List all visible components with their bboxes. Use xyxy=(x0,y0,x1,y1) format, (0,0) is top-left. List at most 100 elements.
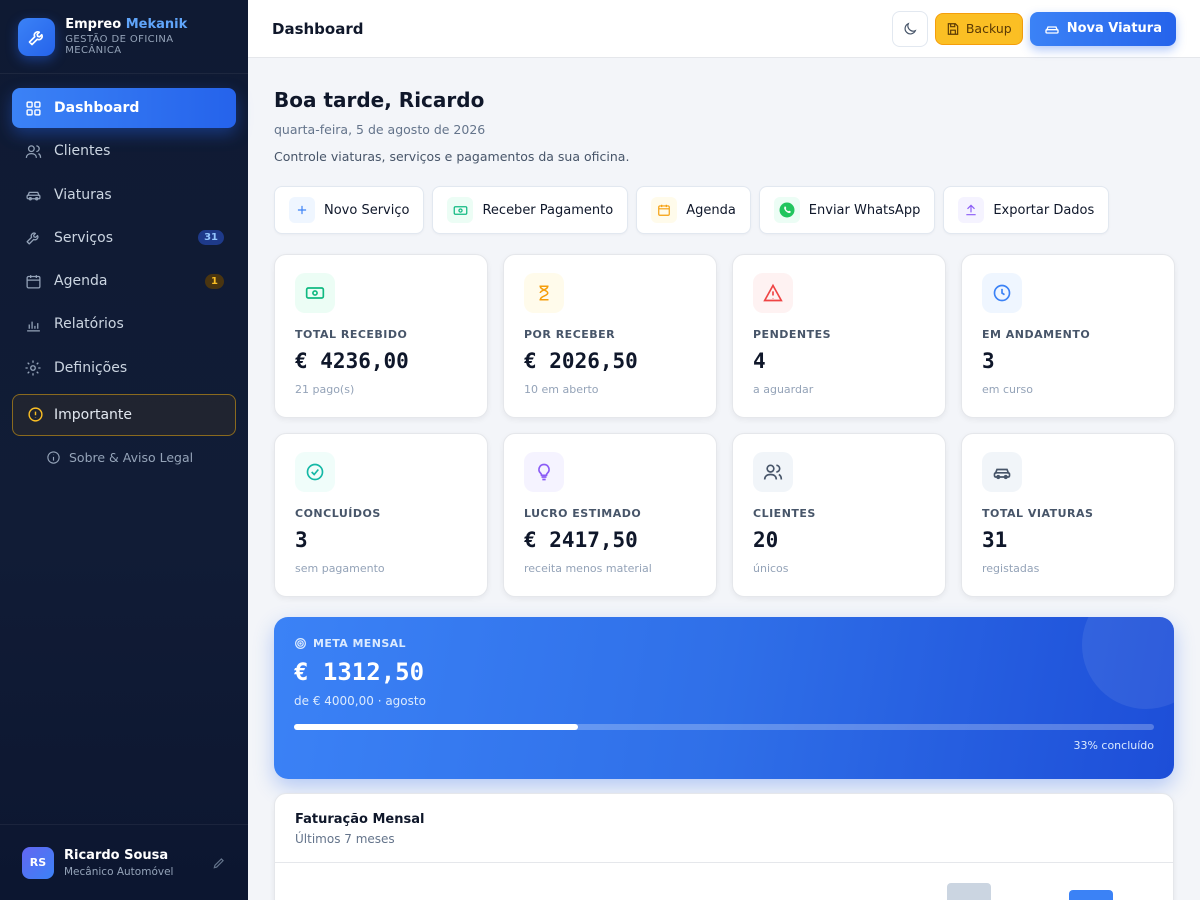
stat-label: CLIENTES xyxy=(753,507,816,520)
action-label: Novo Serviço xyxy=(324,202,410,218)
wrench-icon xyxy=(24,229,42,247)
sidebar-item-label: Agenda xyxy=(54,273,108,290)
stats-grid: TOTAL RECEBIDO € 4236,00 21 pago(s) POR … xyxy=(274,254,1175,597)
sidebar-item-relatorios[interactable]: Relatórios xyxy=(12,304,236,344)
stat-label: EM ANDAMENTO xyxy=(982,328,1091,341)
stat-card-total-vehicles: TOTAL VIATURAS 31 registadas xyxy=(961,433,1175,597)
action-label: Agenda xyxy=(686,202,736,218)
sidebar-item-label: Relatórios xyxy=(54,316,124,333)
goal-progress-bar xyxy=(294,724,1154,730)
stat-note: registadas xyxy=(982,562,1040,575)
chart-bar xyxy=(947,883,991,900)
clock-icon xyxy=(982,273,1022,313)
stat-label: CONCLUÍDOS xyxy=(295,507,381,520)
top-header: Dashboard Backup Nova Viatura xyxy=(248,0,1200,58)
stat-value: 4 xyxy=(753,349,766,373)
brand-name: Empreo Mekanik xyxy=(65,17,188,32)
stat-card-pending: PENDENTES 4 a aguardar xyxy=(732,254,946,418)
sidebar-item-dashboard[interactable]: Dashboard xyxy=(12,88,236,128)
calendar-icon xyxy=(24,272,42,290)
hourglass-icon xyxy=(524,273,564,313)
greeting: Boa tarde, Ricardo xyxy=(274,88,485,112)
quick-actions: Novo Serviço Receber Pagamento Agenda En… xyxy=(274,186,1174,234)
stat-note: 21 pago(s) xyxy=(295,383,355,396)
target-icon xyxy=(294,637,307,650)
sidebar-item-definicoes[interactable]: Definições xyxy=(12,348,236,388)
stat-note: únicos xyxy=(753,562,789,575)
new-service-button[interactable]: Novo Serviço xyxy=(274,186,425,234)
info-icon xyxy=(27,406,44,423)
action-label: Exportar Dados xyxy=(993,202,1095,218)
stat-value: 20 xyxy=(753,528,779,552)
stat-label: PENDENTES xyxy=(753,328,832,341)
about-label: Sobre & Aviso Legal xyxy=(69,449,194,465)
lightbulb-icon xyxy=(524,452,564,492)
backup-button[interactable]: Backup xyxy=(934,12,1023,45)
check-circle-icon xyxy=(295,452,335,492)
stat-label: TOTAL RECEBIDO xyxy=(295,328,408,341)
action-label: Receber Pagamento xyxy=(482,202,614,218)
users-icon xyxy=(24,142,42,160)
important-label: Importante xyxy=(54,406,133,423)
stat-note: receita menos material xyxy=(524,562,652,575)
goal-progress-text: 33% concluído xyxy=(1073,739,1154,752)
stat-label: TOTAL VIATURAS xyxy=(982,507,1094,520)
stat-value: 31 xyxy=(982,528,1008,552)
whatsapp-icon xyxy=(773,197,800,223)
monthly-revenue-card: Faturação Mensal Últimos 7 meses xyxy=(274,793,1174,900)
brand: Empreo Mekanik GESTÃO DE OFICINA MECÂNIC… xyxy=(0,0,248,74)
upload-icon xyxy=(958,197,985,223)
stat-value: € 2417,50 xyxy=(524,528,638,552)
chart-bar xyxy=(1069,890,1113,900)
car-icon xyxy=(1044,21,1060,37)
car-icon xyxy=(982,452,1022,492)
wrench-icon xyxy=(18,17,56,56)
stat-note: 10 em aberto xyxy=(524,383,599,396)
grid-icon xyxy=(24,99,42,117)
avatar: RS xyxy=(22,846,54,879)
banknote-icon xyxy=(295,273,335,313)
brand-subtitle: GESTÃO DE OFICINA MECÂNICA xyxy=(65,34,174,56)
sidebar-item-label: Definições xyxy=(54,359,128,376)
theme-toggle-button[interactable] xyxy=(891,10,928,47)
important-button[interactable]: Importante xyxy=(12,393,236,436)
export-data-button[interactable]: Exportar Dados xyxy=(943,186,1110,234)
count-badge: 1 xyxy=(205,273,224,289)
calendar-icon xyxy=(651,197,678,223)
about-link[interactable]: Sobre & Aviso Legal xyxy=(0,436,248,465)
stat-note: a aguardar xyxy=(753,383,814,396)
main-content: Boa tarde, Ricardo quarta-feira, 5 de ag… xyxy=(248,58,1200,900)
banknote-icon xyxy=(447,197,474,223)
alert-triangle-icon xyxy=(753,273,793,313)
backup-label: Backup xyxy=(965,21,1012,36)
sidebar-item-label: Viaturas xyxy=(54,186,112,203)
stat-card-to-receive: POR RECEBER € 2026,50 10 em aberto xyxy=(503,254,717,418)
monthly-goal-card: META MENSAL € 1312,50 de € 4000,00 · ago… xyxy=(274,617,1174,779)
stat-label: POR RECEBER xyxy=(524,328,616,341)
sidebar-item-servicos[interactable]: Serviços 31 xyxy=(12,218,236,258)
sidebar-item-clientes[interactable]: Clientes xyxy=(12,131,236,171)
send-whatsapp-button[interactable]: Enviar WhatsApp xyxy=(758,186,936,234)
page-title: Dashboard xyxy=(272,19,364,38)
stat-card-estimated-profit: LUCRO ESTIMADO € 2417,50 receita menos m… xyxy=(503,433,717,597)
sidebar-item-agenda[interactable]: Agenda 1 xyxy=(12,261,236,301)
page-subtitle: Controle viaturas, serviços e pagamentos… xyxy=(274,149,630,164)
car-icon xyxy=(24,186,42,204)
stat-card-clients: CLIENTES 20 únicos xyxy=(732,433,946,597)
new-vehicle-button[interactable]: Nova Viatura xyxy=(1029,11,1176,46)
sidebar-item-viaturas[interactable]: Viaturas xyxy=(12,175,236,215)
info-icon xyxy=(46,450,61,465)
receive-payment-button[interactable]: Receber Pagamento xyxy=(432,186,629,234)
moon-icon xyxy=(902,21,918,37)
goal-value: € 1312,50 xyxy=(294,658,425,686)
stat-card-total-received: TOTAL RECEBIDO € 4236,00 21 pago(s) xyxy=(274,254,488,418)
save-icon xyxy=(946,22,960,36)
stat-value: 3 xyxy=(982,349,995,373)
users-icon xyxy=(753,452,793,492)
goal-progress-fill xyxy=(294,724,578,730)
stat-card-in-progress: EM ANDAMENTO 3 em curso xyxy=(961,254,1175,418)
sidebar-item-label: Clientes xyxy=(54,143,111,160)
pencil-icon[interactable] xyxy=(212,856,226,870)
agenda-button[interactable]: Agenda xyxy=(636,186,751,234)
stat-label: LUCRO ESTIMADO xyxy=(524,507,642,520)
